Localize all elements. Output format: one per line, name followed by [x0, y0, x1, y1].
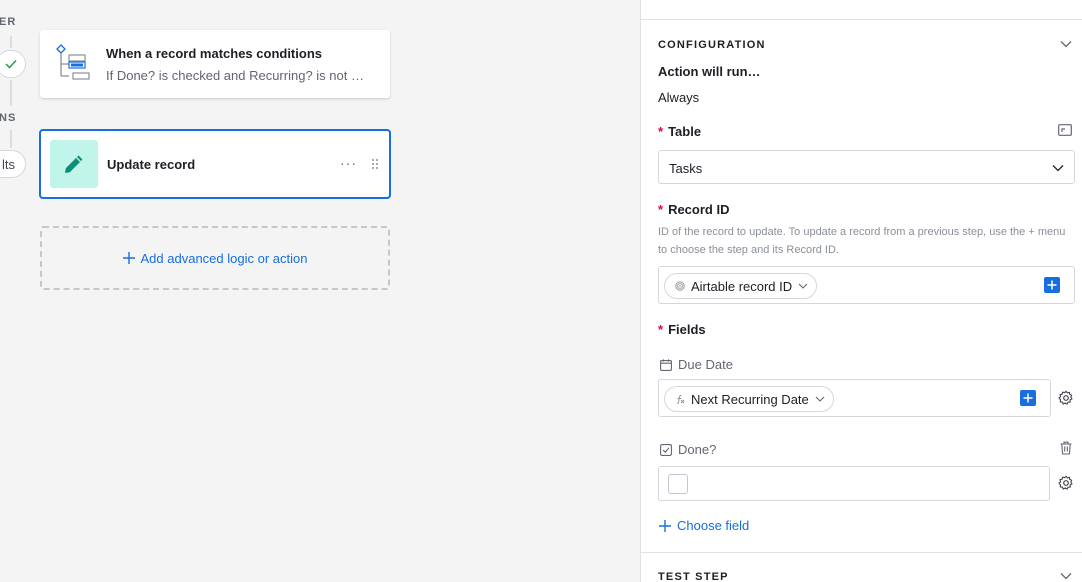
plus-icon: [1023, 393, 1033, 403]
action-card-update-record[interactable]: Update record ···: [39, 129, 391, 199]
required-marker: *: [658, 202, 664, 217]
field-done-label: Done?: [660, 442, 716, 457]
action-title: Update record: [107, 157, 196, 172]
formula-icon: [676, 394, 685, 404]
done-checkbox[interactable]: [668, 474, 688, 494]
rail-connector: [10, 130, 12, 148]
choose-field-button[interactable]: Choose field: [659, 518, 749, 533]
rail-label-trigger: ER: [0, 16, 17, 28]
record-id-label: * Record ID: [658, 202, 729, 217]
record-id-input[interactable]: Airtable record ID: [658, 266, 1075, 304]
action-run-label: Action will run…: [658, 64, 761, 79]
table-label: * Table: [658, 124, 701, 139]
fingerprint-icon: [675, 281, 685, 291]
insert-dynamic-value-button[interactable]: [1044, 277, 1060, 293]
gear-icon[interactable]: [1058, 390, 1074, 406]
pencil-icon: [65, 155, 83, 173]
rail-connector: [10, 80, 12, 106]
table-label-text: Table: [668, 124, 702, 139]
chevron-down-icon: [1052, 165, 1064, 172]
configuration-heading: CONFIGURATION: [658, 39, 766, 51]
record-id-token[interactable]: Airtable record ID: [664, 273, 818, 299]
trigger-subtitle: If Done? is checked and Recurring? is no…: [106, 68, 364, 83]
rail-connector: [10, 36, 12, 48]
add-advanced-logic-button[interactable]: Add advanced logic or action: [40, 226, 390, 290]
due-date-input[interactable]: Next Recurring Date: [658, 379, 1051, 417]
add-step-label: Add advanced logic or action: [140, 250, 308, 266]
plus-icon: [1047, 280, 1057, 290]
rail-label-actions: NS: [0, 112, 17, 124]
fields-label: * Fields: [658, 322, 706, 337]
chevron-down-icon: [815, 396, 825, 402]
drag-handle-icon[interactable]: [371, 158, 379, 170]
chevron-down-icon[interactable]: [1060, 572, 1072, 580]
expand-view-icon[interactable]: [1058, 124, 1072, 136]
trash-icon[interactable]: [1060, 441, 1072, 455]
required-marker: *: [658, 124, 664, 139]
done-field-input: [658, 466, 1050, 501]
chevron-down-icon: [798, 283, 808, 289]
conditions-tree-icon: [56, 44, 90, 80]
fields-label-text: Fields: [668, 322, 706, 337]
plus-icon: [659, 519, 671, 532]
trigger-title: When a record matches conditions: [106, 46, 322, 61]
due-date-token-label: Next Recurring Date: [691, 391, 809, 407]
record-id-help-text: ID of the record to update. To update a …: [658, 226, 1066, 256]
divider: [641, 552, 1082, 553]
choose-field-label: Choose field: [677, 518, 750, 533]
insert-dynamic-value-button[interactable]: [1020, 390, 1036, 406]
automation-canvas: ER NS lts When a record matches conditio…: [0, 0, 640, 582]
due-date-label-text: Due Date: [678, 357, 733, 372]
record-id-token-label: Airtable record ID: [691, 278, 793, 294]
step-configuration-panel: CONFIGURATION Action will run… Always * T…: [640, 0, 1082, 582]
action-run-value: Always: [658, 90, 700, 105]
test-step-heading: TEST STEP: [658, 571, 729, 582]
action-icon-tile: [50, 140, 98, 188]
trigger-status-badge: [0, 50, 26, 78]
rail-results-pill[interactable]: lts: [0, 150, 26, 178]
field-due-date-label: Due Date: [660, 357, 733, 372]
chevron-down-icon[interactable]: [1060, 40, 1072, 48]
more-options-icon[interactable]: ···: [340, 155, 357, 171]
trigger-card[interactable]: When a record matches conditions If Done…: [40, 30, 390, 98]
done-label-text: Done?: [678, 442, 717, 457]
checkbox-icon: [660, 443, 672, 456]
gear-icon[interactable]: [1058, 475, 1074, 491]
table-select[interactable]: Tasks: [658, 150, 1075, 184]
required-marker: *: [658, 322, 664, 337]
calendar-icon: [660, 358, 672, 371]
checkmark-icon: [5, 59, 17, 69]
record-id-label-text: Record ID: [668, 202, 730, 217]
table-select-value: Tasks: [669, 161, 703, 176]
divider: [641, 19, 1082, 20]
plus-icon: [122, 252, 135, 264]
due-date-token[interactable]: Next Recurring Date: [664, 386, 834, 412]
